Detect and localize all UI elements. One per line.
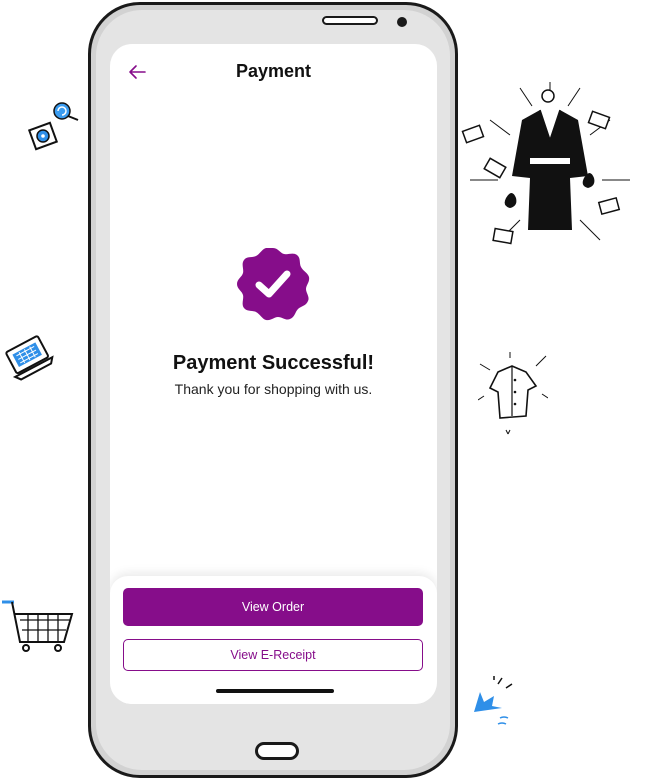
shopping-cart-doodle-icon [2, 600, 74, 652]
cd-candy-doodle-icon [27, 102, 79, 151]
payment-screen: Payment Payment Successful! Thank you fo… [110, 44, 437, 704]
success-title: Payment Successful! [172, 352, 375, 374]
check-badge-icon [237, 248, 310, 321]
view-order-button[interactable]: View Order [123, 588, 423, 626]
app-header: Payment [110, 44, 437, 100]
laptop-doodle-icon [5, 335, 54, 381]
phone-camera [397, 17, 407, 27]
phone-speaker [322, 16, 378, 25]
view-e-receipt-button[interactable]: View E-Receipt [123, 639, 423, 671]
shirt-doodle-icon [478, 352, 548, 435]
page-title: Payment [235, 61, 312, 81]
phone-home-button[interactable] [255, 742, 299, 760]
action-sheet: View Order View E-Receipt [110, 576, 437, 704]
kimono-money-doodle-icon [461, 82, 630, 245]
home-indicator [216, 689, 334, 693]
success-message: Thank you for shopping with us. [174, 381, 373, 397]
cursor-click-doodle-icon [474, 676, 513, 725]
